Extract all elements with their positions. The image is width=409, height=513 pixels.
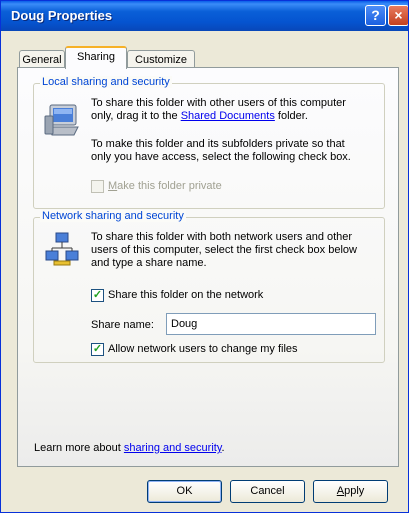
private-text-line-1: To make this folder and its subfolders p…: [91, 138, 345, 150]
title-bar[interactable]: Doug Properties ? ×: [1, 1, 408, 31]
apply-accel: A: [336, 485, 345, 497]
local-sharing-heading: Local sharing and security: [40, 76, 172, 88]
apply-label-rest: pply: [344, 485, 365, 497]
network-sharing-group: Network sharing and security To share th…: [33, 210, 385, 363]
tab-customize-label: Customize: [135, 54, 187, 66]
help-icon: ?: [371, 7, 380, 23]
window-title: Doug Properties: [11, 8, 113, 23]
network-text-line-3: and type a share name.: [91, 257, 207, 269]
share-name-input[interactable]: Doug: [166, 313, 376, 335]
allow-change-label: Allow network users to change my files: [108, 343, 298, 355]
local-text-prefix: only, drag it to the: [91, 110, 181, 122]
share-folder-label: Share this folder on the network: [108, 289, 264, 301]
network-sharing-heading: Network sharing and security: [40, 210, 186, 222]
properties-dialog: Doug Properties ? × General Sharing Cust…: [0, 0, 409, 513]
learn-more-text: Learn more about sharing and security.: [34, 442, 225, 455]
network-icon: [45, 232, 79, 266]
make-private-label-text: ake this folder private: [117, 180, 222, 192]
share-folder-checkbox[interactable]: ✓: [91, 289, 104, 302]
learn-more-suffix: .: [221, 442, 225, 454]
local-text-line-2: only, drag it to the Shared Documents fo…: [91, 110, 308, 123]
network-text-line-1: To share this folder with both network u…: [91, 231, 353, 243]
local-text-line-1: To share this folder with other users of…: [91, 97, 346, 109]
make-private-label: Make this folder private: [108, 180, 222, 193]
ok-button[interactable]: OK: [147, 480, 222, 503]
tab-sharing[interactable]: Sharing: [65, 46, 127, 69]
local-text-suffix: folder.: [274, 110, 308, 122]
close-button[interactable]: ×: [388, 5, 408, 26]
apply-button[interactable]: Apply: [313, 480, 388, 503]
make-private-accel: M: [108, 180, 118, 192]
close-icon: ×: [394, 7, 403, 23]
computer-icon: [44, 104, 79, 136]
tab-general-label: General: [22, 54, 62, 66]
tab-sharing-label: Sharing: [77, 51, 115, 63]
help-button[interactable]: ?: [365, 5, 386, 26]
allow-change-checkbox[interactable]: ✓: [91, 343, 104, 356]
shared-documents-link[interactable]: Shared Documents: [181, 110, 275, 122]
learn-more-prefix: Learn more about: [34, 442, 124, 454]
sharing-tab-panel: Local sharing and security To share this…: [17, 67, 399, 467]
network-text-line-2: users of this computer, select the first…: [91, 244, 357, 256]
cancel-button[interactable]: Cancel: [230, 480, 305, 503]
private-text-line-2: only you have access, select the followi…: [91, 151, 351, 163]
share-name-label: Share name:: [91, 319, 154, 331]
local-sharing-group: Local sharing and security To share this…: [33, 76, 385, 209]
sharing-security-link[interactable]: sharing and security: [124, 442, 222, 454]
make-private-checkbox[interactable]: [91, 180, 104, 193]
